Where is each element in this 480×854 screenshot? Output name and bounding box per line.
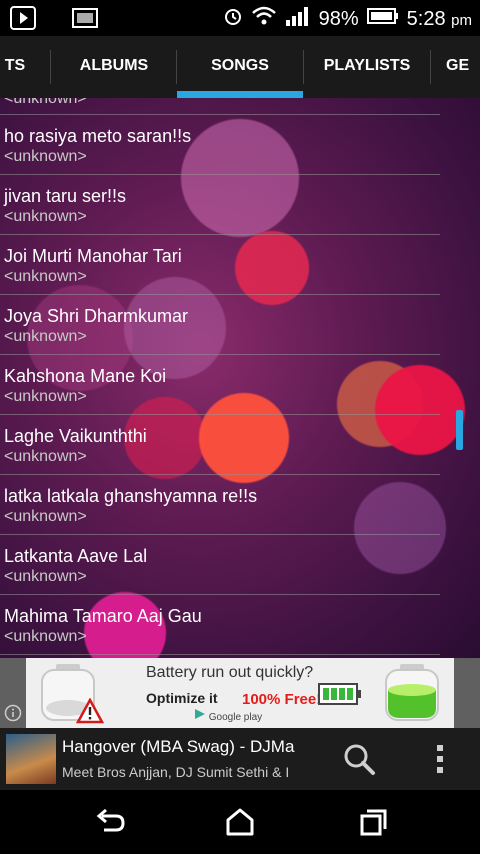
tab-songs[interactable]: SONGS bbox=[177, 36, 303, 98]
list-item[interactable]: Mahima Tamaro Aaj Gau <unknown> bbox=[0, 594, 440, 654]
song-title: jivan taru ser!!s bbox=[4, 186, 127, 206]
row-divider bbox=[0, 654, 440, 655]
tab-albums[interactable]: ALBUMS bbox=[52, 36, 176, 98]
home-icon[interactable] bbox=[220, 804, 260, 840]
song-title: Latkanta Aave Lal bbox=[4, 546, 148, 566]
recent-apps-icon[interactable] bbox=[352, 804, 392, 840]
song-artist: <unknown> bbox=[4, 268, 87, 285]
list-item[interactable]: latka latkala ghanshyamna re!!s <unknown… bbox=[0, 474, 440, 534]
clock-time: 5:28 bbox=[406, 7, 446, 30]
category-tabs: TS ALBUMS SONGS PLAYLISTS GE bbox=[0, 36, 480, 99]
song-artist: <unknown> bbox=[4, 208, 87, 225]
song-list[interactable]: <unknown> ho rasiya meto saran!!s <unkno… bbox=[0, 98, 480, 658]
song-title: Joya Shri Dharmkumar bbox=[4, 306, 189, 326]
ad-headline: Battery run out quickly? bbox=[146, 664, 314, 681]
song-title: Mahima Tamaro Aaj Gau bbox=[4, 606, 202, 626]
signal-icon bbox=[285, 5, 311, 33]
ad-subline: Optimize it bbox=[146, 690, 218, 706]
song-artist: <unknown> bbox=[4, 328, 87, 345]
song-title: Joi Murti Manohar Tari bbox=[4, 246, 182, 266]
ad-free-label: 100% Free! bbox=[242, 691, 322, 708]
ad-content[interactable]: Battery run out quickly? Optimize it 100… bbox=[26, 658, 454, 728]
overflow-menu-icon[interactable] bbox=[432, 742, 448, 781]
album-art[interactable] bbox=[6, 734, 56, 784]
back-icon[interactable] bbox=[90, 804, 130, 840]
song-artist: <unknown> bbox=[4, 148, 87, 165]
now-playing-artist: Meet Bros Anjjan, DJ Sumit Sethi & I bbox=[62, 764, 290, 780]
google-play-label: Google play bbox=[208, 712, 263, 723]
wifi-icon bbox=[251, 5, 277, 33]
song-artist: <unknown> bbox=[4, 628, 87, 645]
scrollbar-thumb[interactable] bbox=[456, 410, 463, 450]
song-artist: <unknown> bbox=[4, 388, 87, 405]
tab-artists[interactable]: TS bbox=[0, 36, 30, 98]
song-title: Kahshona Mane Koi bbox=[4, 366, 167, 386]
ad-banner[interactable]: Battery run out quickly? Optimize it 100… bbox=[0, 658, 480, 728]
tab-divider bbox=[430, 50, 431, 84]
now-playing-title: Hangover (MBA Swag) - DJMa bbox=[62, 737, 295, 756]
song-artist: <unknown> bbox=[4, 508, 87, 525]
battery-icon bbox=[366, 7, 399, 31]
battery-level-icon bbox=[318, 682, 362, 711]
song-artist: <unknown> bbox=[4, 448, 87, 465]
play-store-icon bbox=[195, 709, 205, 719]
partial-song-artist: <unknown> bbox=[4, 98, 87, 107]
alarm-icon bbox=[223, 5, 243, 33]
list-item[interactable]: Joi Murti Manohar Tari <unknown> bbox=[0, 234, 440, 294]
google-play-badge: Google play bbox=[194, 708, 262, 723]
full-battery-icon bbox=[382, 662, 442, 729]
image-notification-icon bbox=[72, 6, 98, 30]
list-item[interactable]: jivan taru ser!!s <unknown> bbox=[0, 174, 440, 234]
list-item[interactable]: Laghe Vaikunththi <unknown> bbox=[0, 414, 440, 474]
tab-playlists[interactable]: PLAYLISTS bbox=[304, 36, 430, 98]
battery-percent: 98% bbox=[318, 7, 359, 30]
search-icon[interactable] bbox=[342, 742, 376, 781]
song-title: ho rasiya meto saran!!s bbox=[4, 126, 192, 146]
play-notification-icon bbox=[10, 6, 36, 30]
active-tab-indicator bbox=[177, 91, 303, 98]
list-item[interactable]: Joya Shri Dharmkumar <unknown> bbox=[0, 294, 440, 354]
song-artist: <unknown> bbox=[4, 568, 87, 585]
clock-suffix: pm bbox=[451, 11, 472, 29]
system-nav-bar bbox=[0, 790, 480, 854]
song-title: Laghe Vaikunththi bbox=[4, 426, 147, 446]
clock: 5:28 pm bbox=[407, 8, 472, 31]
warning-icon bbox=[75, 697, 105, 729]
list-item[interactable]: Kahshona Mane Koi <unknown> bbox=[0, 354, 440, 414]
list-item[interactable]: Latkanta Aave Lal <unknown> bbox=[0, 534, 440, 594]
tab-genres[interactable]: GE bbox=[446, 36, 480, 98]
ad-info-icon[interactable] bbox=[4, 704, 22, 727]
tab-divider bbox=[50, 50, 51, 84]
now-playing-bar[interactable]: Hangover (MBA Swag) - DJMa Meet Bros Anj… bbox=[0, 728, 480, 790]
list-item[interactable]: ho rasiya meto saran!!s <unknown> bbox=[0, 114, 440, 174]
song-title: latka latkala ghanshyamna re!!s bbox=[4, 486, 258, 506]
status-bar: 98% 5:28 pm bbox=[0, 0, 480, 36]
